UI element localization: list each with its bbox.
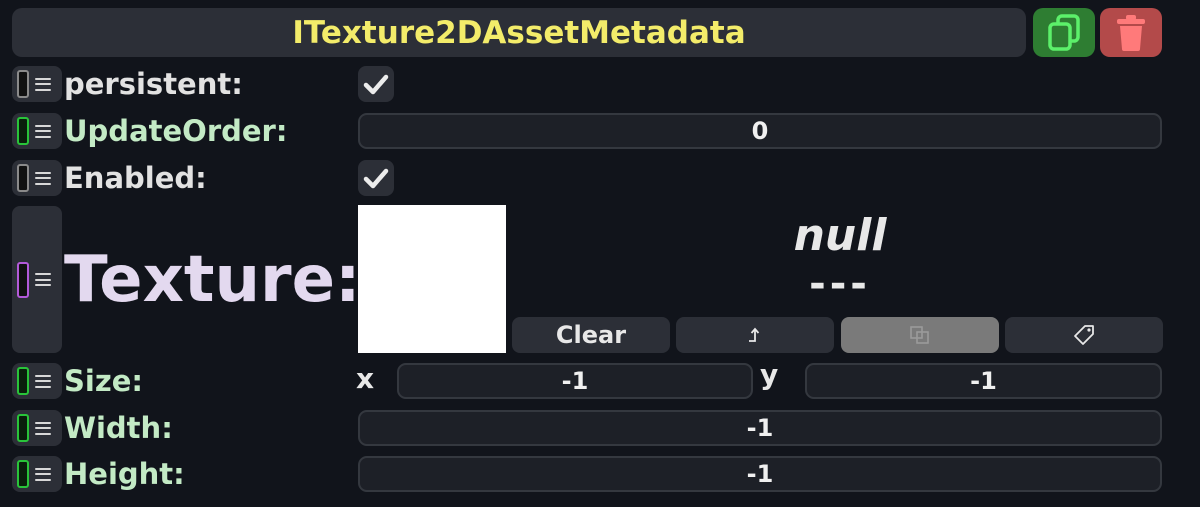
persistent-checkbox[interactable] [358, 66, 394, 102]
drag-handle-texture[interactable] [12, 206, 62, 353]
width-label: Width: [64, 410, 173, 445]
menu-icon [35, 77, 51, 91]
field-grip-icon [17, 367, 29, 395]
update-order-input[interactable]: 0 [358, 113, 1162, 149]
menu-icon [35, 124, 51, 138]
drag-handle-size[interactable] [12, 363, 62, 399]
menu-icon [35, 273, 51, 286]
menu-icon [35, 374, 51, 388]
drag-handle-update-order[interactable] [12, 113, 62, 149]
height-input[interactable]: -1 [358, 456, 1162, 492]
width-input[interactable]: -1 [358, 410, 1162, 446]
size-y-label: y [760, 358, 779, 391]
drag-handle-width[interactable] [12, 410, 62, 446]
enabled-checkbox[interactable] [358, 160, 394, 196]
texture-asset-name: null [793, 209, 887, 261]
field-grip-icon [17, 261, 29, 298]
size-y-input[interactable]: -1 [805, 363, 1162, 399]
size-x-input[interactable]: -1 [397, 363, 753, 399]
field-grip-icon [17, 460, 29, 488]
update-order-label: UpdateOrder: [64, 113, 288, 148]
checkmark-icon [363, 74, 389, 95]
field-grip-icon [17, 117, 29, 145]
texture-asset-detail: --- [809, 261, 871, 307]
drag-handle-height[interactable] [12, 456, 62, 492]
tag-icon [1074, 325, 1094, 345]
trash-icon [1117, 14, 1145, 51]
checkmark-icon [363, 168, 389, 189]
size-x-label: x [356, 362, 375, 395]
copy-icon [1048, 13, 1080, 51]
size-label: Size: [64, 363, 143, 398]
clear-texture-button[interactable]: Clear [512, 317, 670, 353]
jump-to-asset-button[interactable] [676, 317, 834, 353]
copy-component-button[interactable] [1033, 8, 1095, 57]
menu-icon [35, 467, 51, 481]
enabled-label: Enabled: [64, 160, 207, 195]
texture-preview[interactable] [358, 205, 506, 353]
texture-label: Texture: [64, 242, 361, 317]
jump-arrow-icon [749, 327, 760, 342]
duplicate-asset-button[interactable] [841, 317, 999, 353]
duplicate-icon [910, 326, 929, 344]
tag-asset-button[interactable] [1005, 317, 1163, 353]
component-title: ITexture2DAssetMetadata [12, 8, 1026, 57]
field-grip-icon [17, 70, 29, 98]
drag-handle-enabled[interactable] [12, 160, 62, 196]
persistent-label: persistent: [64, 66, 243, 101]
field-grip-icon [17, 414, 29, 442]
height-label: Height: [64, 456, 185, 491]
drag-handle-persistent[interactable] [12, 66, 62, 102]
menu-icon [35, 421, 51, 435]
menu-icon [35, 171, 51, 185]
delete-component-button[interactable] [1100, 8, 1162, 57]
field-grip-icon [17, 164, 29, 192]
